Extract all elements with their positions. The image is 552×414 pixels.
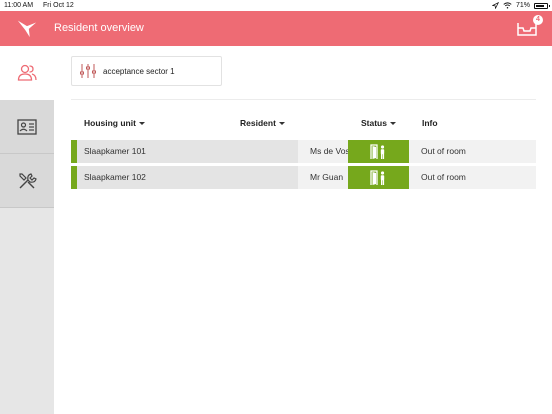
table-row[interactable]: Slaapkamer 101 Ms de Vos Out of room	[71, 140, 536, 163]
status-cell[interactable]	[348, 166, 409, 189]
column-header-info: Info	[422, 118, 438, 128]
sliders-icon	[80, 64, 96, 78]
table-row[interactable]: Slaapkamer 102 Mr Guan Out of room	[71, 166, 536, 189]
inbox-badge: 4	[533, 15, 543, 25]
sector-filter-button[interactable]: acceptance sector 1	[71, 56, 222, 86]
battery-percent: 71%	[515, 2, 530, 9]
app-header: Resident overview 4	[0, 11, 552, 46]
column-header-housing-unit[interactable]: Housing unit	[84, 118, 145, 128]
column-header-label: Status	[361, 118, 387, 128]
table-header: Housing unit Resident Status Info	[71, 118, 536, 134]
battery-icon	[534, 2, 550, 9]
bird-logo-icon	[17, 20, 37, 38]
sidebar	[0, 46, 54, 414]
housing-unit-cell: Slaapkamer 101	[77, 140, 298, 163]
divider	[71, 99, 536, 100]
sidebar-item-id-card[interactable]	[0, 100, 54, 154]
column-header-label: Resident	[240, 118, 276, 128]
sort-caret-icon	[278, 121, 285, 125]
housing-unit-cell: Slaapkamer 102	[77, 166, 298, 189]
sector-filter-label: acceptance sector 1	[103, 66, 175, 76]
status-time: 11:00 AM	[4, 2, 34, 9]
sort-caret-icon	[138, 121, 145, 125]
tools-icon	[19, 172, 37, 188]
info-cell: Out of room	[409, 166, 536, 189]
info-cell: Out of room	[409, 140, 536, 163]
column-header-resident[interactable]: Resident	[240, 118, 285, 128]
sidebar-item-residents[interactable]	[0, 46, 54, 100]
users-icon	[17, 64, 37, 81]
page-title: Resident overview	[54, 22, 144, 34]
id-card-icon	[17, 118, 37, 135]
door-person-icon	[369, 169, 384, 185]
column-header-label: Housing unit	[84, 118, 136, 128]
status-cell[interactable]	[348, 140, 409, 163]
sort-caret-icon	[389, 121, 396, 125]
column-header-label: Info	[422, 118, 438, 128]
location-icon	[491, 2, 499, 9]
sidebar-item-tools[interactable]	[0, 154, 54, 208]
status-bar: 11:00 AM Fri Oct 12 71%	[0, 0, 552, 11]
door-person-icon	[369, 143, 384, 159]
column-header-status[interactable]: Status	[361, 118, 396, 128]
inbox-button[interactable]: 4	[516, 15, 543, 39]
status-date: Fri Oct 12	[43, 2, 74, 9]
wifi-icon	[503, 2, 512, 9]
